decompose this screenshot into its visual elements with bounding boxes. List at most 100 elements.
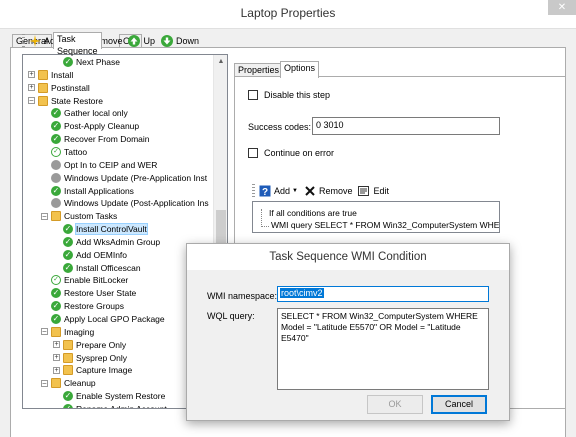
- expand-icon[interactable]: +: [28, 84, 35, 92]
- window-title: Laptop Properties: [240, 6, 336, 20]
- dialog-title: Task Sequence WMI Condition: [269, 251, 427, 263]
- condition-dropdown-arrow-icon: ▼: [292, 188, 298, 194]
- disabled-step-icon: [51, 198, 61, 209]
- collapse-icon[interactable]: –: [41, 379, 48, 387]
- collapse-icon[interactable]: –: [28, 97, 35, 105]
- tree-item[interactable]: ✓ Enable BitLocker: [51, 274, 128, 286]
- condition-toolbar: ? Add ▼ Remove Edit: [252, 183, 395, 199]
- wql-query-textarea[interactable]: SELECT * FROM Win32_ComputerSystem WHERE…: [277, 308, 489, 390]
- tree-item[interactable]: Install: [38, 69, 73, 81]
- success-codes-label: Success codes:: [248, 122, 312, 132]
- tab-task-sequence[interactable]: Task Sequence: [53, 32, 102, 56]
- expand-icon[interactable]: +: [28, 71, 35, 79]
- condition-remove-button[interactable]: Remove: [304, 185, 352, 197]
- tree-item[interactable]: ✓ Add OEMInfo: [63, 249, 127, 261]
- tree-item[interactable]: ✓ Install Applications: [51, 185, 134, 197]
- tree-item[interactable]: ✓ Apply Local GPO Package: [51, 313, 165, 325]
- continue-on-error-checkbox[interactable]: [248, 148, 258, 158]
- down-button[interactable]: Down: [161, 35, 199, 47]
- tree-item[interactable]: ✓ Restore Groups: [51, 300, 124, 312]
- sequence-toolbar: Add ▼ Remove Up Down: [22, 33, 205, 49]
- tree-item-label: Install: [51, 69, 74, 80]
- folder-icon: [63, 339, 73, 350]
- expand-icon[interactable]: +: [53, 341, 60, 349]
- collapse-icon[interactable]: –: [41, 212, 48, 220]
- folder-icon: [63, 365, 73, 376]
- tree-item-label: Windows Update (Post-Application Ins: [64, 198, 209, 209]
- toolbar-grip[interactable]: [22, 34, 25, 48]
- tree-item[interactable]: Capture Image: [63, 364, 132, 376]
- close-button[interactable]: ✕: [548, 0, 576, 15]
- disabled-step-icon: [51, 159, 61, 170]
- condition-edit-button[interactable]: Edit: [358, 185, 389, 197]
- tree-item[interactable]: Prepare Only: [63, 339, 126, 351]
- tree-item[interactable]: ✓ Rename Admin Account: [63, 403, 167, 408]
- tree-item[interactable]: ✓ Next Phase: [63, 56, 120, 68]
- tree-item-label: Apply Local GPO Package: [64, 314, 165, 324]
- tree-item[interactable]: ✓ Tattoo: [51, 146, 87, 158]
- folder-icon: [51, 378, 61, 389]
- ok-button[interactable]: OK: [367, 395, 423, 414]
- tree-item[interactable]: Windows Update (Post-Application Ins: [51, 197, 209, 209]
- tree-item-label: Next Phase: [76, 57, 120, 67]
- wmi-namespace-input[interactable]: root\cimv2: [277, 286, 489, 302]
- check-outline-icon: ✓: [51, 146, 61, 157]
- tree-item[interactable]: ✓ Gather local only: [51, 107, 128, 119]
- folder-icon: [38, 69, 48, 80]
- wmi-namespace-label: WMI namespace:: [207, 291, 278, 301]
- cancel-button[interactable]: Cancel: [431, 395, 487, 414]
- check-icon: ✓: [51, 314, 61, 324]
- check-icon: ✓: [63, 403, 73, 408]
- tree-item-label: Add WksAdmin Group: [76, 236, 161, 247]
- check-icon: ✓: [63, 57, 73, 67]
- condition-add-button[interactable]: ? Add ▼: [259, 185, 298, 198]
- expand-icon[interactable]: +: [53, 354, 60, 362]
- folder-icon: [51, 211, 61, 222]
- tree-item[interactable]: Postinstall: [38, 82, 90, 94]
- success-codes-input[interactable]: 0 3010: [312, 117, 500, 135]
- expand-icon[interactable]: +: [53, 366, 60, 374]
- condition-wmi-query[interactable]: WMI query SELECT * FROM Win32_ComputerSy…: [271, 220, 499, 230]
- dialog-titlebar: Task Sequence WMI Condition: [187, 244, 509, 270]
- tree-item[interactable]: Imaging: [51, 326, 94, 338]
- condition-toolbar-grip[interactable]: [252, 184, 255, 198]
- up-button[interactable]: Up: [128, 35, 155, 47]
- check-icon: ✓: [63, 236, 73, 247]
- down-label: Down: [176, 36, 200, 46]
- tree-item[interactable]: ✓ Recover From Domain: [51, 133, 150, 145]
- tree-item-label: Install ControlVault: [75, 223, 148, 236]
- tree-item[interactable]: Cleanup: [51, 377, 96, 389]
- tab-options[interactable]: Options: [280, 61, 320, 78]
- tree-item[interactable]: Custom Tasks: [51, 210, 117, 222]
- tree-item[interactable]: Windows Update (Pre-Application Inst: [51, 172, 207, 184]
- check-icon: ✓: [63, 249, 73, 260]
- tree-item-label: Custom Tasks: [64, 211, 118, 222]
- tree-item[interactable]: ✓ Enable System Restore: [63, 390, 165, 402]
- tree-item-label: Restore Groups: [64, 301, 124, 312]
- tree-item[interactable]: ✓ Restore User State: [51, 287, 136, 299]
- continue-on-error-label: Continue on error: [264, 148, 335, 158]
- collapse-icon[interactable]: –: [41, 328, 48, 336]
- tree-item-selected[interactable]: ✓ Install ControlVault: [63, 223, 148, 236]
- check-icon: ✓: [63, 262, 73, 273]
- tree-item-label: Post-Apply Cleanup: [64, 121, 140, 132]
- tree-item-label: Imaging: [64, 326, 95, 337]
- tree-item[interactable]: ✓ Post-Apply Cleanup: [51, 120, 139, 132]
- tree-item[interactable]: Opt In to CEIP and WER: [51, 159, 157, 171]
- check-icon: ✓: [63, 224, 73, 235]
- disable-step-checkbox[interactable]: [248, 90, 258, 100]
- folder-icon: [38, 82, 48, 93]
- tree-item[interactable]: State Restore: [38, 95, 103, 107]
- condition-root[interactable]: If all conditions are true: [269, 208, 357, 218]
- tree-item[interactable]: Sysprep Only: [63, 352, 127, 364]
- tree-item-label: Install Officescan: [76, 262, 141, 273]
- condition-list[interactable]: If all conditions are true WMI query SEL…: [252, 201, 500, 233]
- tree-item[interactable]: ✓ Install Officescan: [63, 262, 141, 274]
- tree-line: [261, 209, 262, 227]
- tree-line-branch: [261, 226, 269, 227]
- tree-item-label: Cleanup: [64, 378, 96, 389]
- tree-item-label: Recover From Domain: [64, 134, 150, 145]
- tab-properties[interactable]: Properties: [234, 63, 284, 77]
- scroll-up-arrow-icon[interactable]: ▲: [214, 55, 228, 69]
- tree-item[interactable]: ✓ Add WksAdmin Group: [63, 236, 160, 248]
